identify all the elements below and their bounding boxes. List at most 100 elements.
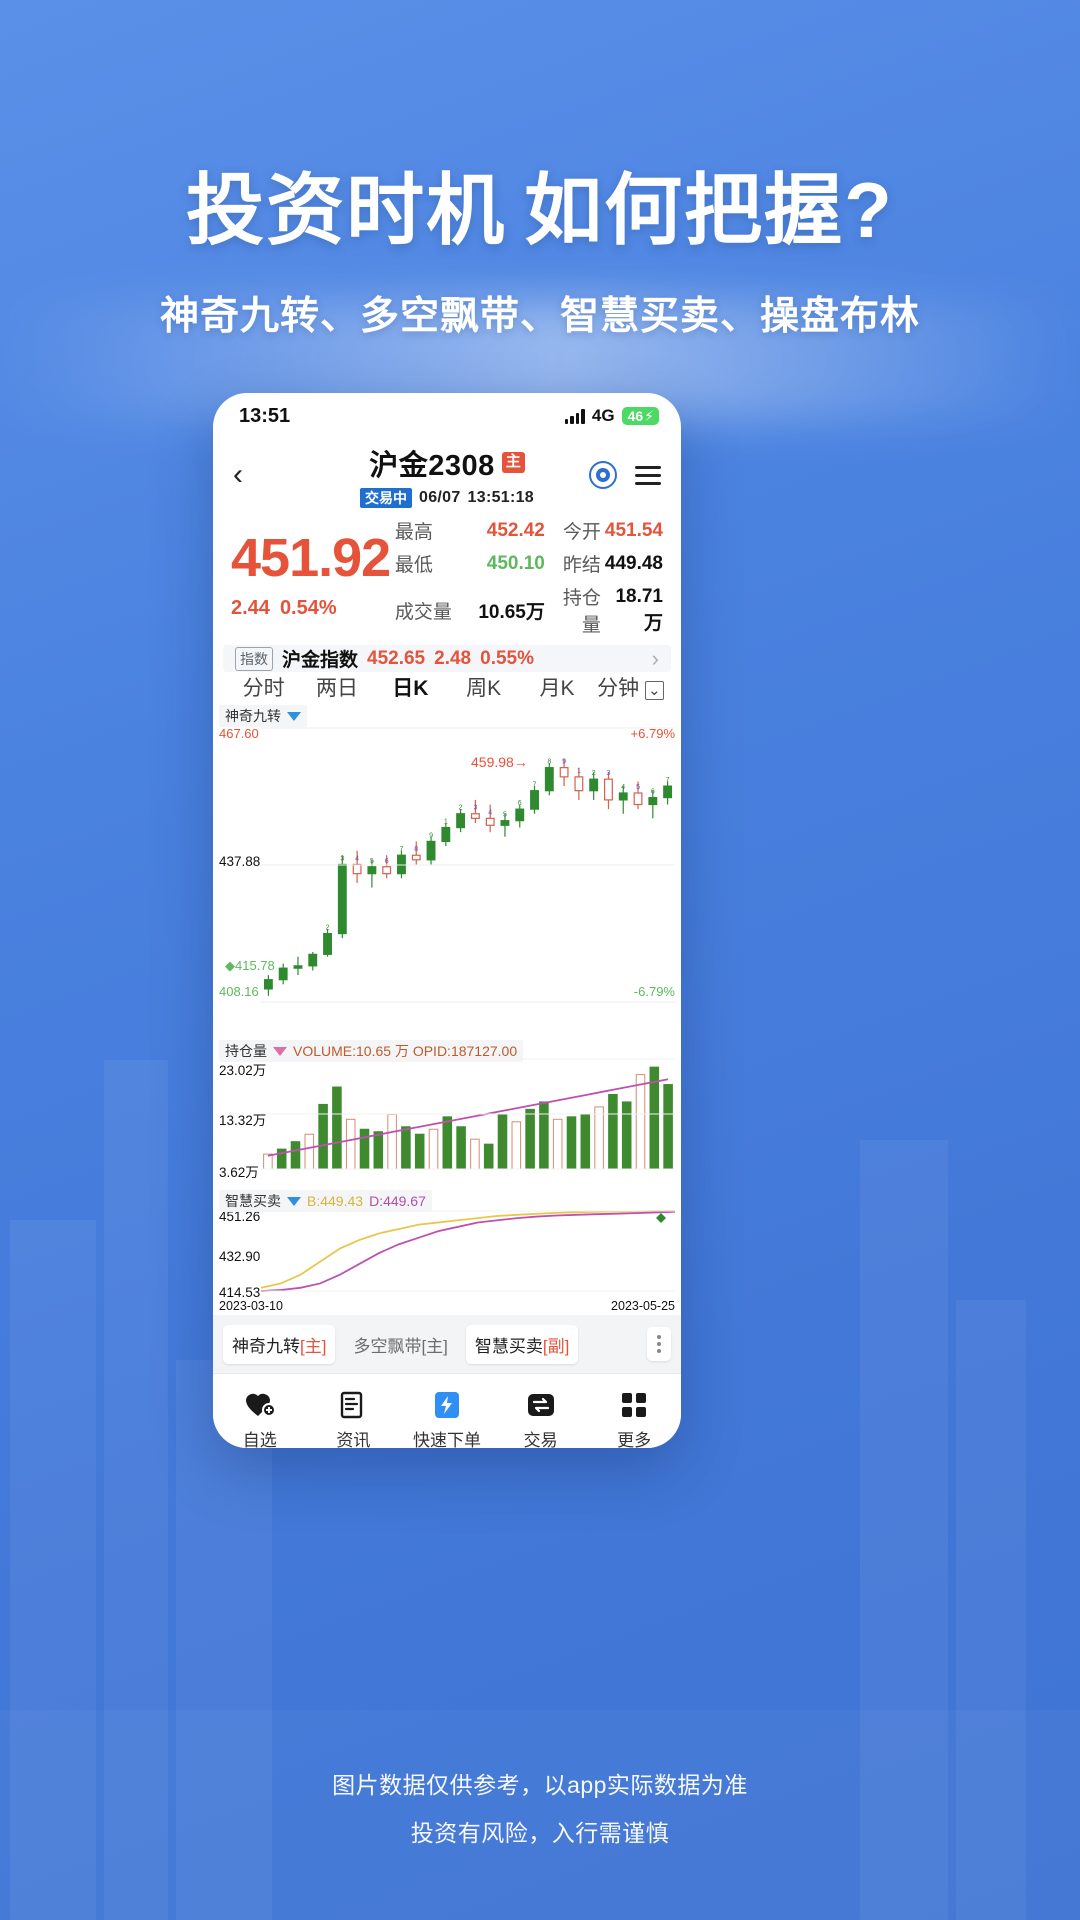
stat-value: 10.65万 (478, 601, 545, 623)
svg-text:7: 7 (533, 782, 537, 789)
svg-text:6: 6 (385, 858, 389, 865)
svg-text:3: 3 (607, 770, 611, 777)
nav-label: 交易 (523, 1431, 558, 1448)
hamburger-menu-icon[interactable] (635, 465, 661, 485)
triangle-down-icon[interactable] (273, 1046, 287, 1056)
index-strip[interactable]: 指数 沪金指数 452.65 2.48 0.55% › (223, 645, 671, 672)
quote-row: 最高 452.42 今开 451.54 (395, 517, 663, 544)
footer-line-2: 投资有风险，入行需谨慎 (410, 1820, 670, 1846)
stat-value: 451.54 (604, 519, 663, 541)
nav-label: 资讯 (336, 1431, 371, 1448)
index-value: 452.65 (367, 647, 426, 669)
price-change-pct: 0.54% (279, 596, 337, 619)
triangle-down-icon[interactable] (287, 711, 301, 721)
price-change-block: 2.44 0.54% (231, 597, 395, 620)
chip-duokongpiaodai[interactable]: 多空飘带[主] (344, 1325, 456, 1364)
grid-more-icon (587, 1388, 681, 1422)
svg-text:2: 2 (592, 770, 596, 777)
svg-text:4: 4 (621, 784, 625, 791)
footer-line-1: 图片数据仅供参考，以app实际数据为准 (332, 1772, 748, 1798)
exchange-icon (494, 1388, 588, 1422)
svg-text:5: 5 (636, 784, 640, 791)
chip-label: 神奇九转 (232, 1336, 300, 1356)
svg-text:2: 2 (326, 925, 330, 932)
sub-indicator-name: 智慧买卖 (225, 1193, 281, 1209)
svg-text:8: 8 (547, 759, 551, 766)
chip-label: 多空飘带 (353, 1336, 422, 1356)
chip-label: 智慧买卖 (474, 1336, 543, 1356)
price-change: 2.44 (231, 596, 270, 619)
footer-disclaimer: 图片数据仅供参考，以app实际数据为准 投资有风险，入行需谨慎 (0, 1752, 1080, 1848)
app-header: ‹ 沪金2308 主 交易中 06/07 13:51:18 (213, 439, 681, 511)
main-kline-panel[interactable]: 神奇九转 467.60 +6.79% 437.88 408.16 -6.79% … (213, 702, 681, 1037)
main-contract-badge: 主 (501, 452, 525, 473)
phone-mockup: 13:51 4G 46 ⚡ ‹ 沪金2308 主 交易中 06/07 13:51:… (213, 393, 681, 1448)
tab-rik[interactable]: 日K (374, 672, 447, 702)
period-tabs: 分时 两日 日K 周K 月K 分钟 ⌄ (213, 672, 681, 702)
headline-part-2: 如何把握? (524, 166, 894, 254)
tab-yuek[interactable]: 月K (520, 672, 593, 702)
more-vertical-icon[interactable] (647, 1327, 671, 1361)
chart-area[interactable]: 神奇九转 467.60 +6.79% 437.88 408.16 -6.79% … (213, 702, 681, 1315)
chip-suffix: [主] (300, 1336, 327, 1356)
svg-text:5: 5 (503, 812, 507, 819)
nav-label: 自选 (242, 1431, 277, 1448)
headline-part-1: 投资时机 (186, 166, 507, 254)
volume-panel[interactable]: 持仓量 VOLUME:10.65 万 OPID:187127.00 23.02万… (213, 1037, 681, 1187)
kline-svg: 2 3 4 5 6 7 8 9 1 2 3 4 5 6 7 8 9 1 2 3 4 5 6 7 (261, 727, 675, 1003)
chip-zhihuimaimai[interactable]: 智慧买卖[副] (465, 1324, 579, 1364)
crosshair-icon[interactable] (589, 461, 617, 489)
sub-indicator-panel[interactable]: 智慧买卖 B:449.43 D:449.67 451.26 432.90 414… (213, 1187, 681, 1315)
stat-label: 今开 (562, 522, 601, 543)
volume-indicator-header[interactable]: 持仓量 VOLUME:10.65 万 OPID:187127.00 (219, 1040, 524, 1062)
sub-legend-b: B:449.43 (307, 1193, 364, 1209)
sub-indicator-header[interactable]: 智慧买卖 B:449.43 D:449.67 (219, 1190, 432, 1212)
heart-plus-icon (213, 1388, 307, 1422)
index-tag: 指数 (235, 646, 273, 671)
last-price: 451.92 (231, 528, 391, 589)
symbol-name: 沪金2308 (369, 449, 495, 482)
battery-icon: 46 ⚡ (621, 407, 659, 425)
news-icon (307, 1388, 401, 1422)
svg-text:4: 4 (355, 855, 359, 862)
nav-item-kuaisuxiadan[interactable]: 快速下单 (400, 1388, 494, 1448)
nav-item-zixuan[interactable]: 自选 (213, 1388, 307, 1448)
back-icon[interactable]: ‹ (233, 460, 243, 490)
stat-label: 成交量 (394, 601, 452, 623)
sub-legend-d: D:449.67 (369, 1193, 426, 1209)
nav-item-jiaoyi[interactable]: 交易 (494, 1388, 588, 1448)
svg-text:9: 9 (562, 759, 566, 766)
chevron-right-icon: › (651, 645, 659, 671)
svg-text:9: 9 (429, 832, 433, 839)
svg-text:3: 3 (340, 855, 344, 862)
svg-text:4: 4 (488, 809, 492, 816)
index-change-pct: 0.55% (480, 647, 534, 669)
quote-panel: 451.92 2.44 0.54% 最高 452.42 今开 451.54 最低… (213, 511, 681, 645)
nav-item-gengduo[interactable]: 更多 (587, 1388, 681, 1448)
signal-bars-icon (564, 408, 585, 424)
dropdown-box-icon: ⌄ (644, 681, 664, 700)
tab-fenzhong[interactable]: 分钟 ⌄ (594, 672, 667, 702)
chip-suffix: [副] (542, 1336, 570, 1356)
battery-level: 46 (627, 408, 644, 424)
triangle-down-icon[interactable] (287, 1196, 301, 1206)
status-bar: 13:51 4G 46 ⚡ (213, 393, 681, 439)
status-time: 13:51 (239, 404, 291, 427)
tab-liangri[interactable]: 两日 (300, 672, 373, 702)
nav-label: 更多 (617, 1431, 652, 1448)
lightning-order-icon (400, 1388, 494, 1422)
tab-zhouk[interactable]: 周K (447, 672, 520, 702)
nav-item-zixun[interactable]: 资讯 (307, 1388, 401, 1448)
stat-value: 18.71万 (615, 585, 663, 634)
page-subtitle: 神奇九转、多空飘带、智慧买卖、操盘布林 (159, 295, 920, 338)
svg-text:5: 5 (370, 858, 374, 865)
bottom-nav: 自选 资讯 快速下单 交易 更多 (213, 1373, 681, 1448)
svg-text:7: 7 (400, 846, 404, 853)
main-indicator-header[interactable]: 神奇九转 (219, 705, 307, 727)
index-name: 沪金指数 (282, 650, 359, 671)
quote-time: 13:51:18 (467, 488, 534, 506)
chip-suffix: [主] (421, 1336, 448, 1356)
nav-label: 快速下单 (412, 1431, 481, 1448)
chip-shenqijiuzhuan[interactable]: 神奇九转[主] (223, 1324, 336, 1364)
tab-fenshi[interactable]: 分时 (227, 672, 300, 702)
